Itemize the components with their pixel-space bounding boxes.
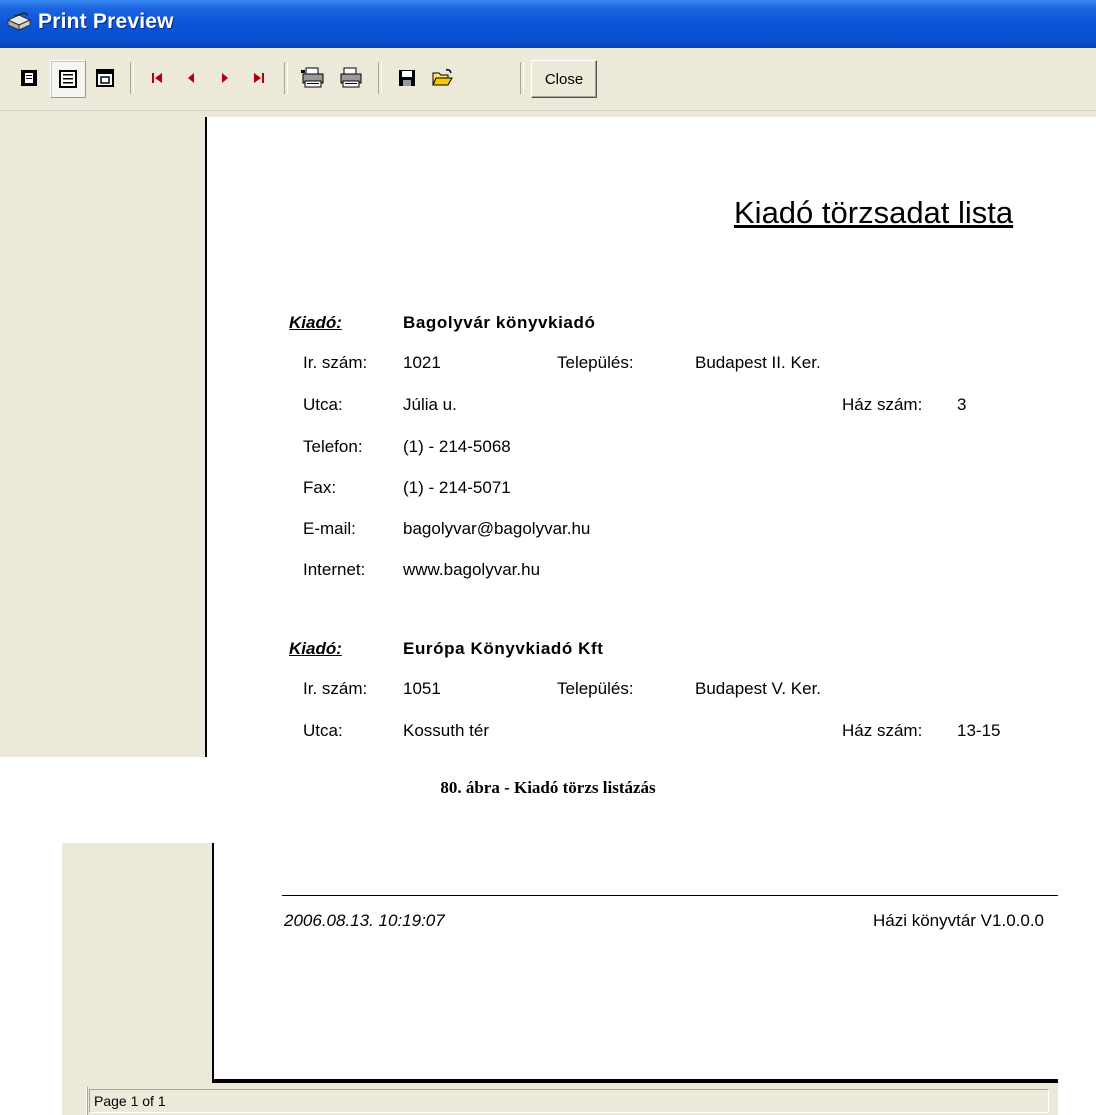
printer-setup-icon [301, 67, 324, 88]
internet-label: Internet: [303, 560, 366, 579]
phone-label: Telefon: [303, 437, 363, 456]
first-page-button[interactable] [142, 60, 172, 96]
first-page-icon [152, 73, 162, 83]
toolbar-separator [284, 62, 288, 94]
app-icon [6, 12, 32, 34]
city-label: Település: [557, 679, 634, 698]
internet-value: www.bagolyvar.hu [403, 560, 541, 579]
figure-caption: 80. ábra - Kiadó törzs listázás [440, 778, 656, 797]
report-page: Kiadó törzsadat lista Kiadó: Bagolyvár k… [205, 117, 1096, 757]
house-label: Ház szám: [842, 395, 923, 414]
house-value: 3 [957, 395, 967, 414]
zip-value: 1051 [403, 679, 441, 698]
save-button[interactable] [390, 60, 424, 96]
close-button-label: Close [544, 70, 584, 88]
zip-value: 1021 [403, 353, 441, 372]
previous-page-button[interactable] [176, 60, 206, 96]
footer-app-version: Házi könyvtár V1.0.0.0 [872, 911, 1044, 930]
zip-label: Ir. szám: [303, 679, 368, 698]
window-title: Print Preview [38, 10, 174, 33]
next-page-button[interactable] [210, 60, 240, 96]
whole-page-icon [21, 70, 37, 86]
fax-value: (1) - 214-5071 [403, 478, 511, 497]
publisher-label: Kiadó: [289, 313, 342, 332]
report-title: Kiadó törzsadat lista [734, 195, 1014, 230]
zip-label: Ir. szám: [303, 353, 368, 372]
email-label: E-mail: [303, 519, 356, 538]
page-width-button[interactable] [50, 60, 86, 98]
city-value: Budapest II. Ker. [695, 353, 821, 372]
print-preview-window: Print Preview Close Kiadó törzsadat list… [0, 0, 1096, 757]
printer-icon [340, 67, 362, 88]
status-grip [62, 1087, 87, 1115]
street-value: Kossuth tér [403, 721, 489, 740]
publisher-name: Európa Könyvkiadó Kft [403, 639, 604, 658]
page-indicator: Page 1 of 1 [89, 1089, 1049, 1113]
street-label: Utca: [303, 395, 343, 414]
print-setup-button[interactable] [296, 60, 330, 96]
print-button[interactable] [334, 60, 368, 96]
street-value: Júlia u. [403, 395, 457, 414]
publisher-name: Bagolyvár könyvkiadó [403, 313, 596, 332]
close-button[interactable]: Close [531, 60, 597, 98]
status-bar: Page 1 of 1 [62, 1087, 1058, 1115]
open-folder-icon [432, 69, 453, 86]
city-label: Település: [557, 353, 634, 372]
title-bar: Print Preview [0, 0, 1096, 48]
toolbar: Close [0, 48, 1096, 111]
save-icon [399, 70, 415, 86]
zoom-icon [96, 69, 114, 87]
last-page-icon [254, 73, 264, 83]
whole-page-button[interactable] [12, 60, 46, 96]
footer-datetime: 2006.08.13. 10:19:07 [284, 911, 445, 930]
house-label: Ház szám: [842, 721, 923, 740]
house-value: 13-15 [957, 721, 1001, 740]
toolbar-separator [130, 62, 134, 94]
toolbar-separator [520, 62, 524, 94]
toolbar-separator [378, 62, 382, 94]
street-label: Utca: [303, 721, 343, 740]
city-value: Budapest V. Ker. [695, 679, 822, 698]
fax-label: Fax: [303, 478, 337, 497]
report-page-footer: 2006.08.13. 10:19:07 Házi könyvtár V1.0.… [212, 843, 1058, 1083]
page-width-icon [59, 70, 77, 88]
open-button[interactable] [426, 60, 460, 96]
print-preview-footer-window: 2006.08.13. 10:19:07 Házi könyvtár V1.0.… [62, 843, 1058, 1115]
last-page-button[interactable] [244, 60, 274, 96]
zoom-100-button[interactable] [88, 60, 122, 96]
previous-page-icon [188, 73, 194, 83]
next-page-icon [222, 73, 228, 83]
email-value: bagolyvar@bagolyvar.hu [403, 519, 591, 538]
publisher-label: Kiadó: [289, 639, 342, 658]
phone-value: (1) - 214-5068 [403, 437, 511, 456]
footer-divider [282, 895, 1058, 896]
